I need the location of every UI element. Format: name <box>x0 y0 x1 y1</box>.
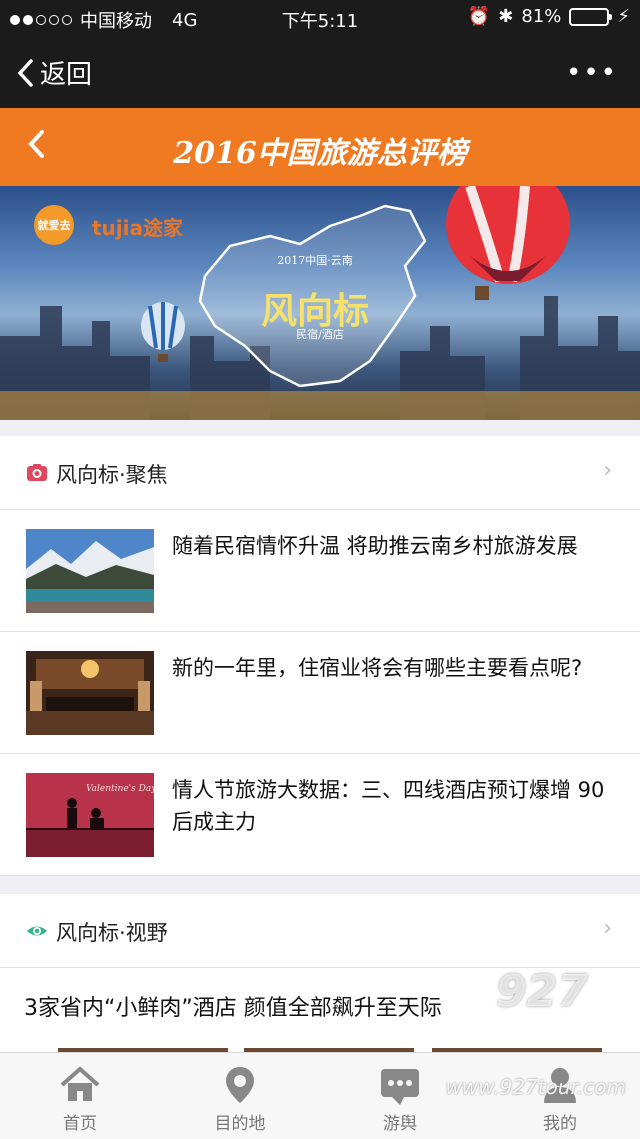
map-pin-icon <box>226 1067 254 1103</box>
article-title: 3家省内“小鲜肉”酒店 颜值全部飙升至天际 <box>24 996 442 1021</box>
article-thumbnail <box>26 651 154 735</box>
brand-logo: 就爱去 <box>34 205 74 245</box>
bluetooth-icon: ✱ <box>498 6 514 27</box>
section-title: 风向标·视野 <box>56 921 168 945</box>
section-focus-header[interactable]: 风向标·聚焦 › <box>0 436 640 510</box>
tab-label: 首页 <box>63 1114 97 1134</box>
camera-icon <box>27 464 47 481</box>
banner-footer: 民宿/酒店 <box>296 328 344 341</box>
home-icon <box>60 1067 100 1101</box>
eye-icon <box>27 926 47 936</box>
signal-icon <box>10 15 72 25</box>
list-item[interactable]: Valentine's Day 情人节旅游大数据：三、四线酒店预订爆增 90后成… <box>0 754 640 876</box>
svg-text:Valentine's Day: Valentine's Day <box>86 784 154 794</box>
tab-destination[interactable]: 目的地 <box>160 1053 320 1139</box>
watermark-text: www.927tour.com <box>445 1075 626 1099</box>
battery-icon <box>569 7 613 26</box>
section-vision-header[interactable]: 风向标·视野 › <box>0 894 640 968</box>
list-item[interactable]: 随着民宿情怀升温 将助推云南乡村旅游发展 <box>0 510 640 632</box>
tab-label: 游舆 <box>383 1114 417 1134</box>
chevron-right-icon: › <box>603 458 612 483</box>
back-button[interactable]: 返回 <box>16 54 92 91</box>
article-thumbnail <box>26 529 154 613</box>
battery-percent: 81% <box>521 6 562 27</box>
article-thumbnail: Valentine's Day <box>26 773 154 857</box>
partner-logo: tujia途家 <box>92 216 184 240</box>
article-title: 情人节旅游大数据：三、四线酒店预订爆增 90后成主力 <box>172 778 605 834</box>
charging-icon: ⚡ <box>617 6 630 27</box>
chevron-left-icon <box>17 58 33 87</box>
carrier-label: 中国移动 <box>80 11 152 32</box>
tab-label: 目的地 <box>214 1114 266 1134</box>
status-bar: 中国移动 4G 下午5:11 ⏰ ✱ 81% ⚡ <box>0 0 640 36</box>
article-title: 新的一年里，住宿业将会有哪些主要看点呢? <box>172 656 583 680</box>
tab-home[interactable]: 首页 <box>0 1053 160 1139</box>
network-label: 4G <box>172 9 198 31</box>
page-title: 2016中国旅游总评榜 <box>173 136 467 171</box>
banner-subtitle: 2017中国·云南 <box>277 254 353 267</box>
chat-icon <box>381 1069 419 1105</box>
chevron-right-icon: › <box>603 916 612 941</box>
alarm-icon: ⏰ <box>467 6 491 27</box>
page-header: 2016中国旅游总评榜 <box>0 108 640 186</box>
back-label: 返回 <box>40 60 93 90</box>
more-button[interactable]: ••• <box>566 58 618 88</box>
tab-label: 我的 <box>543 1114 577 1134</box>
nav-bar: 返回 ••• <box>0 36 640 108</box>
list-item[interactable]: 新的一年里，住宿业将会有哪些主要看点呢? <box>0 632 640 754</box>
section-title: 风向标·聚焦 <box>56 463 168 487</box>
article-title: 随着民宿情怀升温 将助推云南乡村旅游发展 <box>172 534 578 558</box>
watermark-logo: 927 <box>496 966 588 1017</box>
